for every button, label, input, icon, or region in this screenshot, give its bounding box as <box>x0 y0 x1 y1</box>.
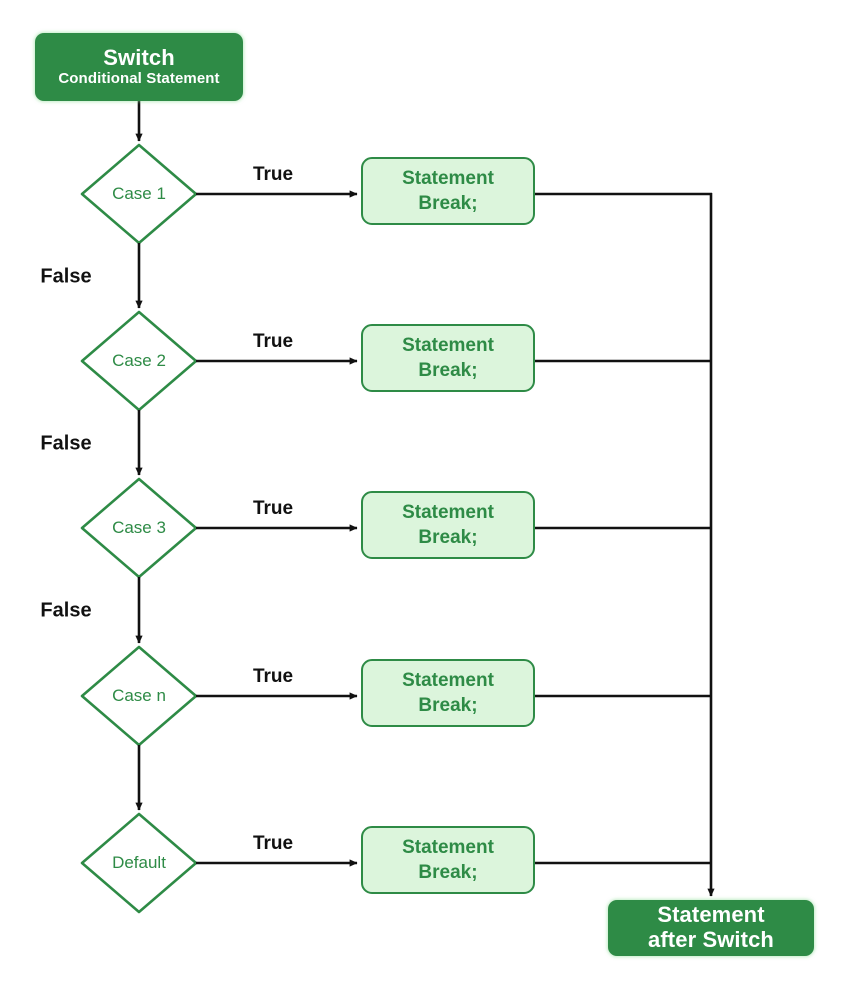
decision-diamond-case-n <box>80 645 198 747</box>
statement-box-5-line1: Statement <box>402 836 494 858</box>
end-node-line1: Statement <box>657 902 765 928</box>
edge-label-false-case-1: False <box>40 265 92 288</box>
edge-label-true-case-n: True <box>252 666 294 687</box>
decision-diamond-case-2 <box>80 310 198 412</box>
edge-label-false-case-3: False <box>40 599 92 622</box>
statement-box-2: Statement Break; <box>361 324 535 392</box>
statement-box-2-line1: Statement <box>402 334 494 356</box>
statement-box-4-line1: Statement <box>402 669 494 691</box>
statement-box-3-line1: Statement <box>402 501 494 523</box>
statement-box-3-line2: Break; <box>418 527 478 548</box>
decision-diamond-case-1 <box>80 143 198 245</box>
switch-start-node-line1: Switch <box>103 45 175 71</box>
statement-box-5-line2: Break; <box>418 862 478 883</box>
decision-diamond-case-3 <box>80 477 198 579</box>
switch-start-node-line2: Conditional Statement <box>58 69 220 87</box>
flowchart-canvas: Switch Conditional Statement Case 1 Case… <box>0 0 846 1000</box>
statement-box-1-line1: Statement <box>402 167 494 189</box>
edge-label-true-case-3: True <box>252 498 294 519</box>
statement-box-1-line2: Break; <box>418 193 478 214</box>
switch-start-node: Switch Conditional Statement <box>35 33 243 101</box>
edge-label-true-default: True <box>252 833 294 854</box>
statement-after-switch-end-node: Statement after Switch <box>608 900 814 956</box>
statement-box-2-line2: Break; <box>418 360 478 381</box>
statement-box-1: Statement Break; <box>361 157 535 225</box>
statement-box-4: Statement Break; <box>361 659 535 727</box>
statement-box-4-line2: Break; <box>418 695 478 716</box>
edge-label-true-case-1: True <box>252 164 294 185</box>
decision-diamond-default <box>80 812 198 914</box>
edge-label-true-case-2: True <box>252 331 294 352</box>
statement-box-5: Statement Break; <box>361 826 535 894</box>
edge-label-false-case-2: False <box>40 432 92 455</box>
end-node-line2: after Switch <box>648 927 774 952</box>
statement-box-3: Statement Break; <box>361 491 535 559</box>
